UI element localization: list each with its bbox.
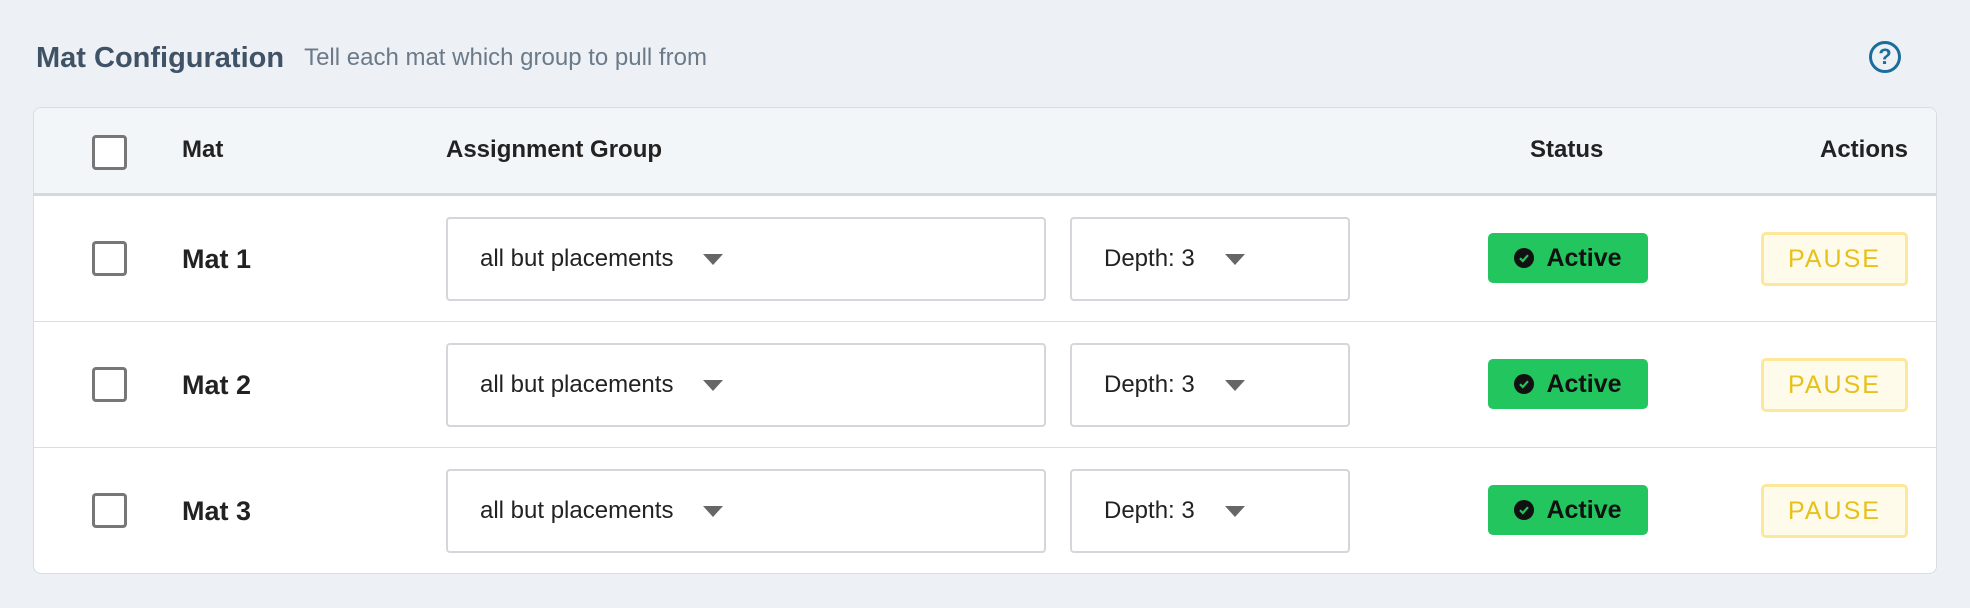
column-header-assignment-group: Assignment Group	[446, 136, 663, 163]
page-subtitle: Tell each mat which group to pull from	[304, 44, 707, 71]
assignment-group-value: all but placements	[480, 371, 674, 398]
page-header: Mat Configuration Tell each mat which gr…	[36, 38, 1910, 78]
assignment-group-value: all but placements	[480, 245, 674, 272]
mat-name: Mat 3	[182, 495, 252, 526]
status-badge: Active	[1488, 233, 1648, 283]
chevron-down-icon	[1224, 505, 1245, 517]
column-header-status: Status	[1530, 136, 1604, 163]
depth-value: Depth: 3	[1104, 497, 1195, 524]
depth-select[interactable]: Depth: 3	[1070, 469, 1350, 553]
chevron-down-icon	[1224, 379, 1245, 391]
check-circle-icon	[1514, 500, 1535, 520]
status-label: Active	[1546, 369, 1622, 398]
status-label: Active	[1546, 495, 1622, 524]
pause-button[interactable]: PAUSE	[1761, 484, 1908, 538]
table-header: Mat Assignment Group Status Actions	[34, 108, 1936, 196]
check-circle-icon	[1514, 248, 1535, 268]
depth-value: Depth: 3	[1104, 245, 1195, 272]
pause-button[interactable]: PAUSE	[1761, 358, 1908, 412]
table-row: Mat 3 all but placements Depth: 3 Active…	[34, 448, 1936, 573]
assignment-group-value: all but placements	[480, 497, 674, 524]
pause-button[interactable]: PAUSE	[1761, 232, 1908, 286]
column-header-actions: Actions	[1819, 136, 1908, 163]
column-header-mat: Mat	[182, 136, 224, 163]
chevron-down-icon	[703, 379, 724, 391]
mat-name: Mat 2	[182, 369, 252, 400]
depth-value: Depth: 3	[1104, 371, 1195, 398]
assignment-group-select[interactable]: all but placements	[446, 217, 1046, 301]
table-row: Mat 1 all but placements Depth: 3 Active…	[34, 196, 1936, 322]
page-title: Mat Configuration	[36, 41, 285, 74]
row-checkbox[interactable]	[92, 493, 127, 528]
check-circle-icon	[1514, 374, 1535, 394]
assignment-group-select[interactable]: all but placements	[446, 469, 1046, 553]
status-badge: Active	[1488, 485, 1648, 535]
row-checkbox[interactable]	[92, 367, 127, 402]
chevron-down-icon	[703, 253, 724, 265]
help-icon[interactable]: ?	[1869, 41, 1901, 73]
table-row: Mat 2 all but placements Depth: 3 Active…	[34, 322, 1936, 448]
assignment-group-select[interactable]: all but placements	[446, 343, 1046, 427]
chevron-down-icon	[703, 505, 724, 517]
depth-select[interactable]: Depth: 3	[1070, 343, 1350, 427]
row-checkbox[interactable]	[92, 241, 127, 276]
status-label: Active	[1546, 243, 1622, 272]
status-badge: Active	[1488, 359, 1648, 409]
depth-select[interactable]: Depth: 3	[1070, 217, 1350, 301]
chevron-down-icon	[1224, 253, 1245, 265]
select-all-checkbox[interactable]	[92, 135, 127, 170]
mat-name: Mat 1	[182, 243, 252, 274]
mat-table: Mat Assignment Group Status Actions Mat …	[33, 107, 1937, 574]
